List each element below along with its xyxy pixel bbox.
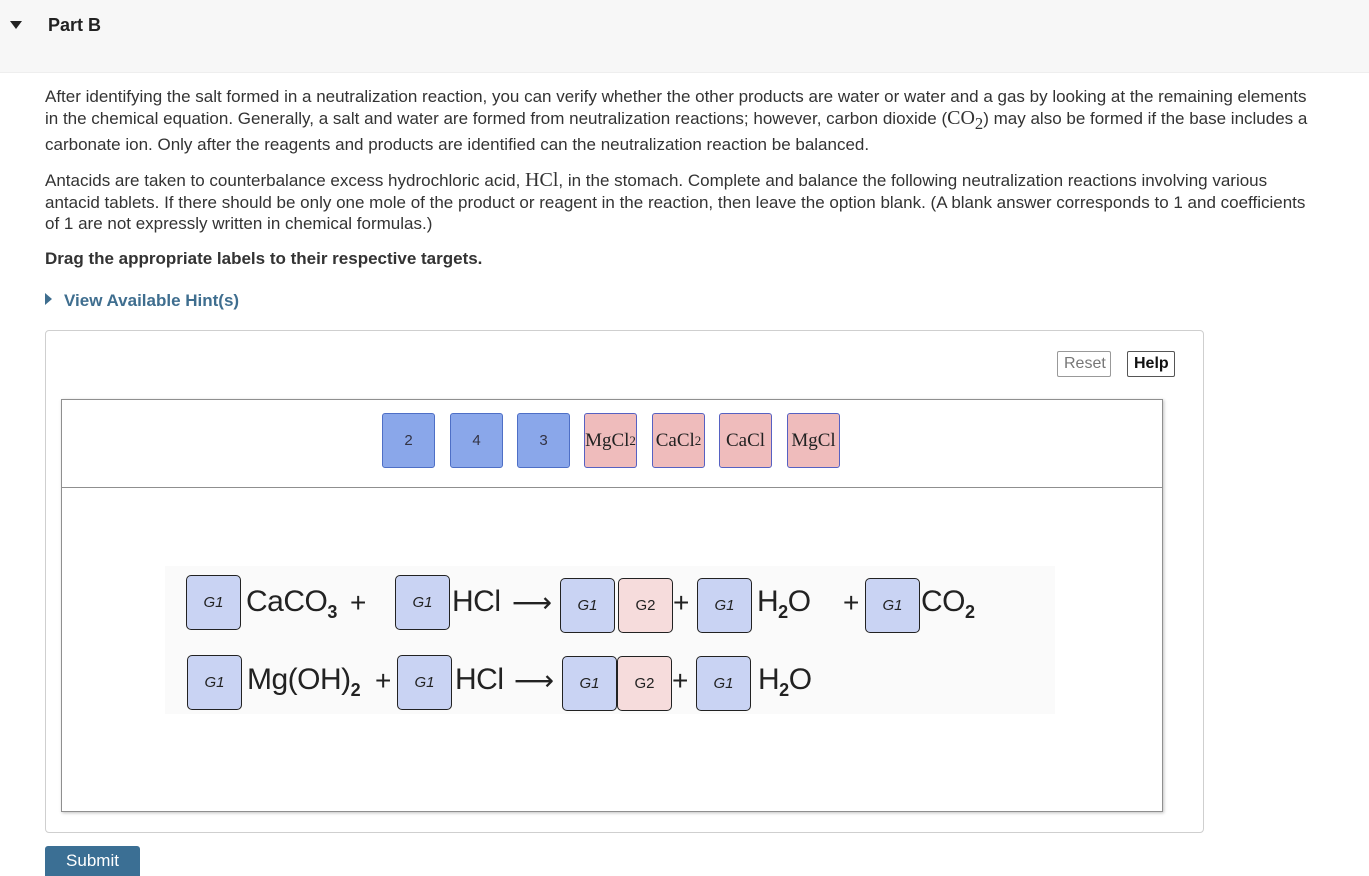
hcl-formula: HCl bbox=[525, 169, 559, 191]
part-title: Part B bbox=[48, 15, 102, 35]
view-hints-label: View Available Hint(s) bbox=[64, 291, 240, 310]
antacid-paragraph: Antacids are taken to counterbalance exc… bbox=[45, 169, 1369, 235]
label-mgcl2-sub: 2 bbox=[629, 432, 636, 448]
label-coefficient-4[interactable]: 4 bbox=[450, 413, 503, 468]
co2-sub: 2 bbox=[974, 113, 984, 133]
eq1-caco3-sub: 3 bbox=[327, 602, 337, 622]
label-coefficient-2[interactable]: 2 bbox=[382, 413, 435, 468]
eq1-h2o-base: H bbox=[757, 585, 779, 618]
eq2-salt-target[interactable]: G2 bbox=[617, 656, 672, 711]
eq1-plus-2: + bbox=[673, 587, 690, 618]
eq1-h2o-formula: H2O bbox=[757, 585, 811, 622]
instruction-text: Drag the appropriate labels to their res… bbox=[45, 249, 483, 268]
intro-paragraph: After identifying the salt formed in a n… bbox=[45, 86, 1369, 156]
help-button[interactable]: Help bbox=[1127, 351, 1175, 377]
antacid-line-2: antacid tablets. If there should be only… bbox=[45, 192, 1306, 212]
eq2-h2o-base: H bbox=[758, 663, 780, 696]
caret-right-icon bbox=[45, 293, 52, 305]
eq1-caco3-formula: CaCO3 bbox=[246, 585, 337, 622]
eq2-plus-2: + bbox=[672, 665, 689, 696]
eq1-hcl-formula: HCl bbox=[452, 585, 501, 618]
antacid-line-1-text-a: Antacids are taken to counterbalance exc… bbox=[45, 171, 526, 190]
eq1-plus-3: + bbox=[843, 587, 860, 618]
eq1-salt-target[interactable]: G2 bbox=[618, 578, 673, 633]
label-coefficient-3[interactable]: 3 bbox=[517, 413, 570, 468]
eq1-co2-coefficient-target[interactable]: G1 bbox=[865, 578, 920, 633]
intro-line-1: After identifying the salt formed in a n… bbox=[45, 87, 1307, 106]
eq1-co2-base: CO bbox=[921, 585, 966, 618]
eq2-reactant1-coefficient-target[interactable]: G1 bbox=[187, 655, 242, 710]
eq2-mgoh2-sub: 2 bbox=[350, 680, 361, 700]
intro-line-3: carbonate ion. Only after the reagents a… bbox=[45, 135, 870, 154]
antacid-line-3: of 1 are not expressly written in chemic… bbox=[45, 214, 433, 233]
eq1-co2-sub: 2 bbox=[965, 602, 975, 622]
eq2-h2o-sub: 2 bbox=[779, 680, 789, 700]
submit-button[interactable]: Submit bbox=[45, 846, 140, 876]
label-bank-divider bbox=[62, 487, 1162, 488]
eq1-h2o-tail: O bbox=[787, 585, 811, 618]
eq1-caco3-base: CaCO bbox=[246, 585, 328, 618]
eq2-product1-coefficient-target[interactable]: G1 bbox=[562, 656, 617, 711]
intro-line-2-text-a: in the chemical equation. Generally, a s… bbox=[45, 108, 948, 128]
eq1-plus-1: + bbox=[350, 587, 367, 618]
eq2-arrow: ⟶ bbox=[514, 664, 555, 697]
eq1-reactant1-coefficient-target[interactable]: G1 bbox=[186, 575, 241, 630]
eq2-mgoh2-base: Mg(OH) bbox=[247, 663, 351, 696]
intro-line-2-text-b: ) may also be formed if the base include… bbox=[983, 108, 1308, 128]
label-mgcl2[interactable]: MgCl 2 bbox=[584, 413, 637, 468]
co2-base: CO bbox=[947, 106, 975, 129]
label-mgcl[interactable]: MgCl bbox=[787, 413, 840, 468]
eq2-plus-1: + bbox=[375, 665, 392, 696]
eq2-h2o-tail: O bbox=[788, 663, 812, 696]
eq2-water-coefficient-target[interactable]: G1 bbox=[696, 656, 751, 711]
label-mgcl2-base: MgCl bbox=[585, 429, 630, 451]
eq1-h2o-sub: 2 bbox=[778, 602, 788, 622]
eq2-reactant2-coefficient-target[interactable]: G1 bbox=[397, 655, 452, 710]
label-cacl[interactable]: CaCl bbox=[719, 413, 772, 468]
intro-line-2: in the chemical equation. Generally, a s… bbox=[45, 106, 1369, 135]
eq2-hcl-formula: HCl bbox=[455, 663, 504, 696]
eq1-co2-formula: CO2 bbox=[921, 585, 975, 622]
part-header[interactable]: Part B bbox=[0, 0, 1369, 73]
eq2-h2o-formula: H2O bbox=[758, 663, 812, 700]
view-hints-link[interactable]: View Available Hint(s) bbox=[45, 291, 239, 311]
co2-formula: CO2 bbox=[947, 106, 983, 133]
caret-down-icon[interactable] bbox=[10, 21, 22, 29]
label-cacl2-base: CaCl bbox=[655, 429, 695, 451]
eq1-arrow: ⟶ bbox=[512, 586, 553, 619]
label-cacl2[interactable]: CaCl 2 bbox=[652, 413, 705, 468]
eq1-reactant2-coefficient-target[interactable]: G1 bbox=[395, 575, 450, 630]
label-cacl2-sub: 2 bbox=[694, 432, 702, 448]
eq2-mgoh2-formula: Mg(OH)2 bbox=[247, 663, 361, 700]
antacid-line-1-text-b: , in the stomach. Complete and balance t… bbox=[558, 171, 1268, 190]
eq1-water-coefficient-target[interactable]: G1 bbox=[697, 578, 752, 633]
reset-button[interactable]: Reset bbox=[1057, 351, 1111, 377]
antacid-line-1: Antacids are taken to counterbalance exc… bbox=[45, 169, 1369, 192]
eq1-product1-coefficient-target[interactable]: G1 bbox=[560, 578, 615, 633]
